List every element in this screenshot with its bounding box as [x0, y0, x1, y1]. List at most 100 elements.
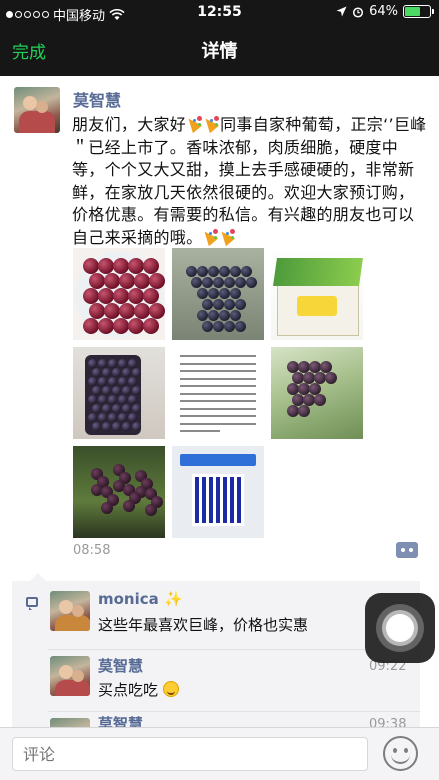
grape-dot	[108, 395, 117, 404]
grape-dot	[102, 386, 111, 395]
grape-dot	[98, 377, 107, 386]
text-line	[180, 355, 256, 357]
text-line	[180, 407, 256, 410]
grape-dot	[246, 277, 257, 288]
grape-dot	[143, 318, 159, 334]
grape-dot	[149, 273, 165, 289]
comment-avatar[interactable]	[50, 591, 90, 631]
sparkle-icon: ✨	[164, 590, 183, 608]
grape-dot	[108, 413, 117, 422]
alarm-icon	[353, 6, 364, 18]
grape-dot	[102, 422, 111, 431]
post-text-part-1: 朋友们，大家好	[72, 115, 187, 134]
battery-icon	[403, 5, 434, 18]
grape-dot	[88, 413, 97, 422]
grape-dot	[102, 368, 111, 377]
grape-dot	[224, 277, 235, 288]
page-title: 详情	[201, 41, 238, 62]
comment-menu-button[interactable]	[396, 542, 418, 558]
grape-dot	[98, 395, 107, 404]
grape-dot	[128, 318, 144, 334]
text-line	[180, 392, 256, 395]
grape-dot	[235, 321, 246, 332]
photo-grape-box[interactable]	[271, 248, 363, 340]
grape-dot	[128, 359, 137, 368]
grape-dot	[208, 310, 219, 321]
photo-grapes-bunch[interactable]	[172, 248, 264, 340]
photo-text-article[interactable]	[172, 347, 264, 439]
photo-vineyard[interactable]	[73, 446, 165, 538]
emoji-button[interactable]	[383, 736, 418, 771]
post-author-name[interactable]: 莫智慧	[73, 87, 121, 111]
grape-dot	[219, 310, 230, 321]
photo-grid	[73, 248, 364, 538]
grape-dot	[143, 288, 159, 304]
text-line	[180, 370, 256, 372]
grape-dot	[92, 404, 101, 413]
grape-dot	[132, 368, 141, 377]
text-line	[180, 385, 256, 387]
grape-dot	[132, 404, 141, 413]
grape-dot	[128, 377, 137, 386]
text-line	[180, 415, 256, 417]
grape-dot	[92, 422, 101, 431]
grape-dot	[88, 359, 97, 368]
comment-bar	[0, 727, 439, 780]
grape-dot	[83, 318, 99, 334]
grape-dot	[119, 273, 135, 289]
grape-dot	[122, 404, 131, 413]
top-bar: 中国移动 12:55 64% 完成 详情	[0, 0, 439, 76]
grape-dot	[89, 273, 105, 289]
grape-dot	[102, 404, 111, 413]
grape-dot	[98, 318, 114, 334]
grape-dot	[208, 266, 219, 277]
grape-dot	[202, 321, 213, 332]
grape-dot	[132, 422, 141, 431]
photo-grapes-bag[interactable]	[73, 347, 165, 439]
grape-dot	[128, 288, 144, 304]
grape-dot	[213, 277, 224, 288]
grape-dot	[122, 422, 131, 431]
grape-dot	[112, 404, 121, 413]
grape-dot	[119, 303, 135, 319]
grape-dot	[113, 288, 129, 304]
photo-qr-code[interactable]	[172, 446, 264, 538]
comment-avatar[interactable]	[50, 656, 90, 696]
grape-dot	[118, 395, 127, 404]
party-popper-icon	[186, 115, 203, 132]
grape-dot	[112, 422, 121, 431]
grape-dot	[219, 266, 230, 277]
grape-dot	[224, 321, 235, 332]
grape-dot	[230, 288, 241, 299]
comment-author[interactable]: 莫智慧	[98, 655, 143, 676]
comment-input[interactable]	[12, 737, 368, 771]
photo-grapes-vine[interactable]	[271, 347, 363, 439]
grape-dot	[128, 395, 137, 404]
post-time: 08:58	[73, 543, 111, 558]
grape-dot	[122, 386, 131, 395]
grape-dot	[112, 386, 121, 395]
post-text-part-2: 同事自家种葡萄，正宗‘’巨峰＂已经上市了。香味浓郁，肉质细脆，硬度中等，个个又大…	[72, 115, 427, 247]
grape-dot	[149, 303, 165, 319]
assistive-touch-button[interactable]	[365, 593, 435, 663]
comment-author[interactable]: monica ✨	[98, 590, 183, 608]
grape-dot	[98, 413, 107, 422]
grape-dot	[145, 504, 157, 516]
grape-dot	[104, 273, 120, 289]
grape-dot	[143, 258, 159, 274]
grape-dot	[186, 266, 197, 277]
grape-dot	[235, 299, 246, 310]
grape-dot	[88, 377, 97, 386]
grape-dot	[208, 288, 219, 299]
post-author-avatar[interactable]	[14, 87, 60, 133]
grape-dot	[83, 258, 99, 274]
grape-dot	[112, 368, 121, 377]
photo-grapes-bowl[interactable]	[73, 248, 165, 340]
grape-dot	[104, 303, 120, 319]
grape-dot	[134, 303, 150, 319]
grape-dot	[298, 405, 310, 417]
post-text: 朋友们，大家好 同事自家种葡萄，正宗‘’巨峰＂已经上市了。香味浓郁，肉质细脆，硬度…	[72, 114, 427, 249]
comment-author-name[interactable]: monica	[98, 590, 159, 608]
grape-dot	[98, 258, 114, 274]
grape-dot	[92, 386, 101, 395]
